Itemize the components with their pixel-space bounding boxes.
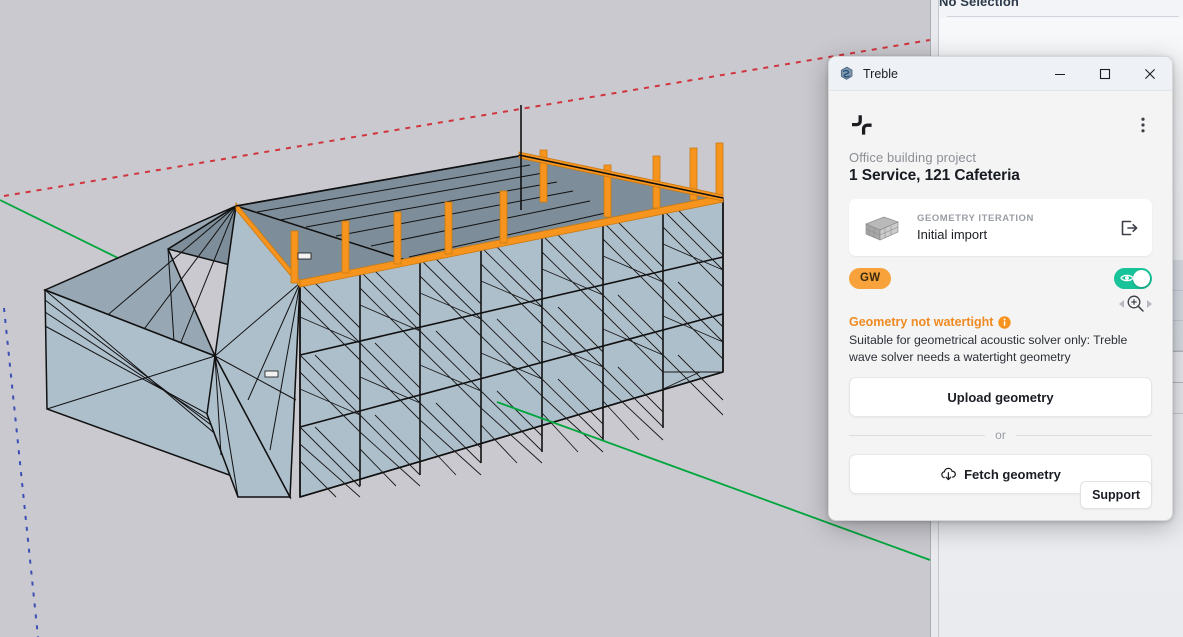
visibility-controls	[1114, 268, 1152, 313]
geometry-iteration-value: Initial import	[917, 227, 988, 242]
model-name: 1 Service, 121 Cafeteria	[849, 167, 1020, 184]
export-icon[interactable]	[1118, 217, 1140, 239]
close-button[interactable]	[1127, 57, 1172, 90]
support-row: Support	[1080, 481, 1152, 509]
upload-geometry-label: Upload geometry	[947, 389, 1054, 405]
geometry-iteration-card[interactable]: GEOMETRY ITERATION Initial import	[849, 199, 1152, 256]
warning-description: Suitable for geometrical acoustic solver…	[849, 333, 1128, 364]
upload-geometry-button[interactable]: Upload geometry	[849, 377, 1152, 417]
treble-logo	[852, 115, 872, 135]
or-line-right	[1015, 434, 1153, 436]
or-separator: or	[849, 428, 1153, 442]
tray-header-title: No Selection	[939, 0, 1019, 9]
toggle-knob	[1133, 270, 1150, 287]
fetch-geometry-label: Fetch geometry	[964, 466, 1061, 482]
status-badge[interactable]: GW	[849, 268, 892, 289]
dialog-titlebar[interactable]: Treble	[829, 57, 1172, 91]
arrow-left-icon[interactable]	[1119, 299, 1124, 308]
status-row: GW	[849, 268, 1152, 313]
project-name: Office building project	[849, 150, 977, 165]
geometry-card-text: GEOMETRY ITERATION Initial import	[917, 213, 1118, 242]
sketchup-extension-icon	[840, 66, 853, 80]
app-window: .edge { stroke:#111; stroke-width:1.6; f…	[0, 0, 1183, 637]
dialog-content: Office building project 1 Service, 121 C…	[829, 91, 1172, 520]
dialog-title: Treble	[863, 66, 898, 81]
tray-header-divider	[947, 16, 1179, 17]
warning-title-row: Geometry not watertight	[849, 315, 1152, 329]
visibility-toggle[interactable]	[1114, 268, 1152, 289]
support-button[interactable]: Support	[1080, 481, 1152, 509]
cloud-download-icon	[941, 467, 956, 480]
treble-dialog-window[interactable]: Treble Office building project 1 Service…	[828, 56, 1173, 521]
kebab-menu-icon[interactable]	[1134, 114, 1152, 136]
zoom-in-icon[interactable]	[1126, 294, 1145, 313]
maximize-button[interactable]	[1082, 57, 1127, 90]
eye-icon	[1120, 274, 1134, 282]
info-icon[interactable]	[998, 315, 1012, 329]
window-controls	[1037, 57, 1172, 90]
or-label: or	[995, 428, 1006, 442]
building-thumbnail	[859, 209, 903, 246]
warning-title-text: Geometry not watertight	[849, 315, 994, 329]
zoom-controls	[1119, 294, 1152, 313]
minimize-button[interactable]	[1037, 57, 1082, 90]
sketchup-3d-viewport[interactable]: .edge { stroke:#111; stroke-width:1.6; f…	[0, 0, 930, 637]
or-line-left	[849, 434, 986, 436]
model-canvas: .edge { stroke:#111; stroke-width:1.6; f…	[0, 0, 930, 637]
geometry-iteration-label: GEOMETRY ITERATION	[917, 213, 1034, 224]
arrow-right-icon[interactable]	[1147, 299, 1152, 308]
brand-row	[849, 91, 1152, 145]
